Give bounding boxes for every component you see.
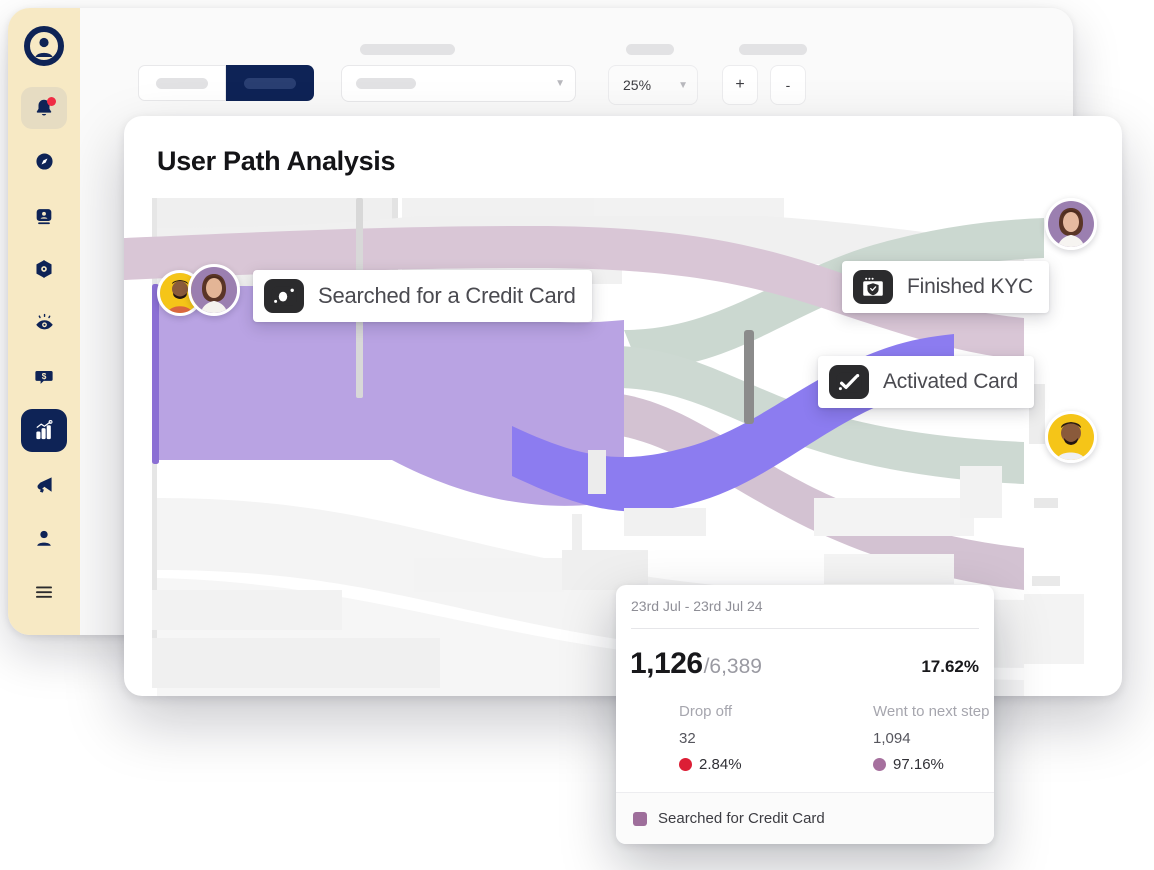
node-label-text: Activated Card (883, 370, 1018, 393)
sidebar-item-explore[interactable] (21, 140, 67, 183)
zoom-label-skeleton (626, 44, 674, 55)
tooltip-date-range: 23rd Jul - 23rd Jul 24 (631, 598, 763, 614)
sidebar: $ (8, 8, 80, 635)
avatar[interactable] (188, 264, 240, 316)
node-bar-searched (152, 284, 159, 464)
chevron-down-icon: ▼ (555, 78, 565, 89)
tooltip-legend: Searched for Credit Card (616, 792, 994, 844)
sidebar-item-notifications[interactable] (21, 86, 67, 130)
bar-chart-analytics-icon (35, 419, 53, 440)
person-icon (37, 530, 51, 546)
tooltip-dropoff-column: Drop off 32 2.84% (679, 703, 809, 773)
megaphone-icon (36, 477, 52, 493)
sankey-tooltip: 23rd Jul - 23rd Jul 24 1,126 /6,389 17.6… (616, 585, 994, 844)
next-step-percent: 97.16% (893, 756, 944, 773)
zoom-value: 25% (623, 77, 652, 93)
node-label-activated[interactable]: Activated Card (818, 356, 1034, 408)
segmented-option-right-selected[interactable] (226, 65, 314, 101)
sidebar-item-identity[interactable] (21, 194, 67, 237)
tooltip-value: 1,126 (630, 647, 703, 680)
dropoff-value: 32 (679, 730, 696, 747)
node-label-text: Searched for a Credit Card (318, 283, 576, 308)
tooltip-percent: 17.62% (921, 657, 979, 676)
tooltip-divider (631, 628, 979, 629)
tooltip-next-step-column: Went to next step 1,094 97.16% (873, 703, 994, 773)
browser-shield-check-icon (853, 270, 893, 304)
segmented-left-label-skeleton (156, 77, 208, 89)
page-title: User Path Analysis (157, 146, 396, 176)
select-field-label-skeleton (360, 44, 455, 55)
sidebar-item-integrations[interactable] (21, 248, 67, 291)
sidebar-item-insights[interactable] (21, 302, 67, 345)
zoom-select[interactable]: 25% ▼ (608, 65, 698, 105)
segmented-right-label-skeleton (244, 77, 296, 89)
credit-card-dark-icon (264, 279, 304, 313)
dropoff-label: Drop off (679, 703, 733, 720)
check-square-icon (829, 365, 869, 399)
dropoff-percent: 2.84% (699, 756, 742, 773)
sidebar-item-menu[interactable] (21, 570, 67, 613)
hamburger-menu-icon (36, 586, 52, 598)
dropoff-color-dot (679, 758, 692, 771)
next-step-value: 1,094 (873, 730, 911, 747)
segmented-option-left[interactable] (138, 65, 226, 101)
legend-label: Searched for Credit Card (658, 810, 825, 827)
zoom-decrease-button[interactable]: - (770, 65, 806, 105)
notification-badge (47, 96, 56, 106)
compass-icon (35, 153, 53, 170)
stepper-label-skeleton (739, 44, 807, 55)
sidebar-item-analytics[interactable] (21, 409, 67, 452)
next-step-percent-row: 97.16% (873, 756, 994, 773)
avatar-user-2 (191, 267, 237, 313)
legend-color-swatch (633, 811, 647, 826)
screen-root: $ ▼ 25% ▼ + - User Path Analysis Searche… (0, 0, 1154, 870)
cube-network-icon (36, 260, 52, 279)
tooltip-primary-value: 1,126 /6,389 (630, 647, 762, 681)
zoom-increase-button[interactable]: + (722, 65, 758, 105)
chevron-down-icon: ▼ (678, 79, 688, 91)
sidebar-item-profile[interactable] (21, 517, 67, 560)
eye-insights-icon (35, 314, 53, 330)
tooltip-total: /6,389 (703, 655, 762, 678)
next-step-label: Went to next step (873, 703, 990, 720)
node-label-searched[interactable]: Searched for a Credit Card (253, 270, 592, 322)
avatar[interactable] (1045, 198, 1097, 250)
segmented-control[interactable] (138, 65, 314, 101)
node-label-text: Finished KYC (907, 275, 1033, 298)
next-step-color-dot (873, 758, 886, 771)
avatar-user-3 (1048, 201, 1094, 247)
sidebar-item-revenue-chat[interactable]: $ (21, 355, 67, 398)
id-badge-icon (36, 208, 52, 224)
tooltip-breakdown: Drop off 32 2.84% Went to next step 1,09… (679, 703, 994, 773)
svg-text:$: $ (42, 372, 47, 381)
sidebar-item-campaigns[interactable] (21, 463, 67, 506)
dropoff-percent-row: 2.84% (679, 756, 809, 773)
toolbar: ▼ 25% ▼ + - (138, 30, 1053, 110)
filter-select[interactable]: ▼ (341, 65, 576, 102)
avatar-user-4 (1048, 414, 1094, 460)
node-bar-mid (744, 330, 754, 424)
select-value-skeleton (356, 78, 416, 89)
app-logo-icon[interactable] (21, 24, 67, 69)
avatar[interactable] (1045, 411, 1097, 463)
node-label-kyc[interactable]: Finished KYC (842, 261, 1049, 313)
dollar-chat-icon: $ (35, 370, 53, 384)
